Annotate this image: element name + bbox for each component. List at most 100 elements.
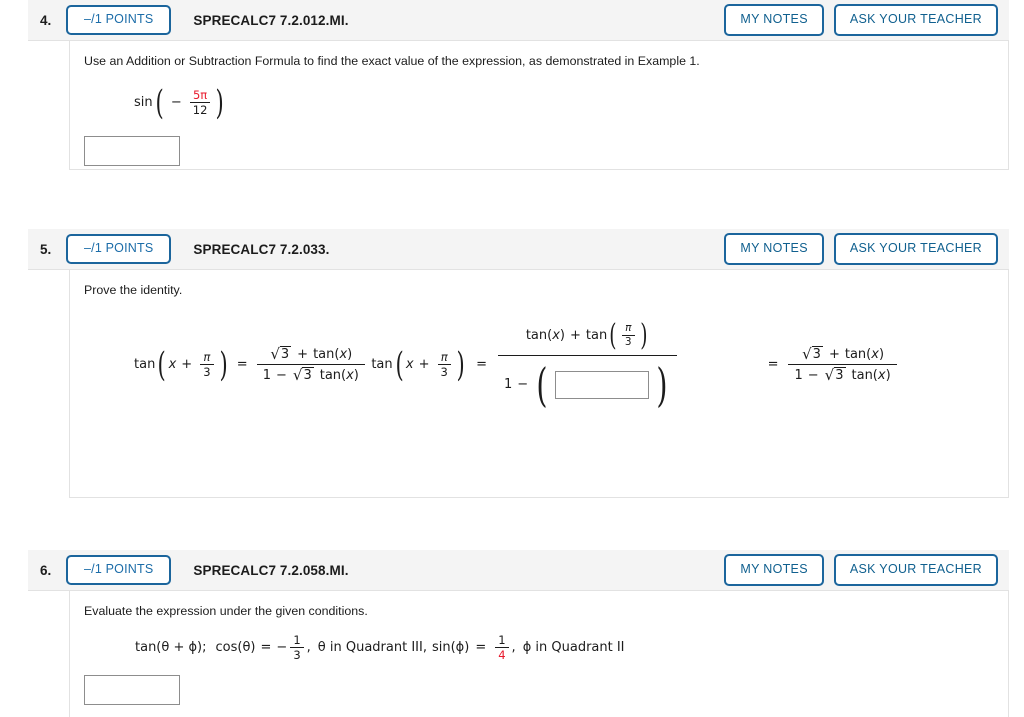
fraction-numerator: π bbox=[440, 350, 448, 365]
one: 1 bbox=[794, 367, 803, 383]
open-paren-icon: ( bbox=[536, 357, 548, 412]
square-root-icon: √ 3 bbox=[270, 344, 292, 363]
close-paren-icon: ) bbox=[656, 357, 668, 412]
my-notes-button-5[interactable]: MY NOTES bbox=[724, 233, 824, 265]
points-badge-6[interactable]: –/1 POINTS bbox=[66, 555, 172, 585]
my-notes-button-4[interactable]: MY NOTES bbox=[724, 4, 824, 36]
question-code-6: SPRECALC7 7.2.058.MI. bbox=[193, 562, 349, 578]
ask-your-teacher-button-4[interactable]: ASK YOUR TEACHER bbox=[833, 4, 998, 36]
fraction-denominator: 4 bbox=[498, 647, 506, 662]
tan-of-x: tan(x) bbox=[525, 327, 565, 343]
close-paren-icon: ) bbox=[215, 82, 225, 123]
final-line-5: = √ 3 + tan(x) 1 − √ 3 tan(x) bbox=[768, 344, 899, 386]
tan-of-x: tan(x) bbox=[319, 367, 359, 383]
minus-sign: − bbox=[276, 639, 288, 655]
minus-sign: − bbox=[275, 367, 287, 383]
cos-theta-label: cos(θ) bbox=[215, 639, 256, 655]
question-prompt-4: Use an Addition or Subtraction Formula t… bbox=[84, 54, 700, 68]
fraction-pi-over-3: π 3 bbox=[437, 350, 451, 380]
tan-function-label: tan bbox=[371, 357, 393, 373]
question-prompt-5: Prove the identity. bbox=[84, 283, 183, 297]
close-paren-icon: ) bbox=[456, 344, 465, 385]
fraction-denominator: 1 − ( ) bbox=[498, 356, 677, 414]
fraction-numerator: √ 3 + tan(x) bbox=[795, 344, 890, 364]
fraction-numerator: 1 bbox=[293, 632, 301, 647]
fraction-denominator: 1 − √ 3 tan(x) bbox=[257, 365, 365, 385]
close-paren-icon: ) bbox=[219, 344, 228, 385]
fraction-numerator: tan(x) + tan ( π 3 ) bbox=[520, 316, 656, 355]
sin-phi-label: sin(ϕ) bbox=[431, 639, 470, 655]
variable-x: x bbox=[405, 357, 414, 373]
equals-sign: = bbox=[260, 639, 272, 655]
square-root-icon: √ 3 bbox=[802, 344, 823, 363]
answer-input-5[interactable] bbox=[555, 370, 650, 399]
question-number-5: 5. bbox=[40, 241, 52, 257]
final-fraction: √ 3 + tan(x) 1 − √ 3 tan(x) bbox=[788, 344, 897, 386]
question-number-4: 4. bbox=[40, 12, 52, 28]
fraction-denominator: 1 − √ 3 tan(x) bbox=[788, 365, 896, 385]
work-line-5: tan ( x + π 3 ) = tan(x) + tan ( π 3) 1… bbox=[371, 316, 679, 414]
question-block-6: 6. –/1 POINTS SPRECALC7 7.2.058.MI. MY N… bbox=[28, 550, 1009, 717]
work-fraction: tan(x) + tan ( π 3 ) 1 − () bbox=[498, 316, 678, 414]
ask-your-teacher-button-6[interactable]: ASK YOUR TEACHER bbox=[833, 554, 998, 586]
one: 1 bbox=[504, 377, 513, 393]
question-header-4: 4. –/1 POINTS SPRECALC7 7.2.012.MI. MY N… bbox=[28, 0, 1009, 41]
radicand: 3 bbox=[834, 367, 846, 384]
answer-input-6[interactable] bbox=[84, 674, 180, 705]
answer-input-4[interactable] bbox=[84, 135, 180, 166]
fraction-numerator: π bbox=[625, 321, 632, 334]
phi-quadrant-text: ϕ in Quadrant II bbox=[522, 639, 625, 655]
question-body-4: Use an Addition or Subtraction Formula t… bbox=[69, 41, 1009, 170]
equals-sign: = bbox=[767, 357, 779, 373]
open-paren-icon: ( bbox=[155, 82, 164, 123]
fraction-numerator: π bbox=[203, 350, 211, 365]
theta-quadrant-text: θ in Quadrant III, bbox=[317, 639, 427, 655]
conditions-expression-6: tan(θ + ϕ); cos(θ) = − 1 3 , θ in Quadra… bbox=[135, 634, 625, 661]
question-number-6: 6. bbox=[40, 562, 52, 578]
open-paren-icon: ( bbox=[395, 344, 404, 385]
radicand: 3 bbox=[811, 345, 823, 362]
fraction-numerator: 5π bbox=[192, 88, 208, 103]
equals-sign: = bbox=[475, 639, 487, 655]
tan-of-x: tan(x) bbox=[844, 346, 885, 362]
points-badge-5[interactable]: –/1 POINTS bbox=[66, 234, 172, 264]
my-notes-button-6[interactable]: MY NOTES bbox=[724, 554, 824, 586]
fraction-denominator: 3 bbox=[624, 335, 632, 348]
expression-4: sin ( − 5π 12 ) bbox=[134, 83, 1008, 123]
question-code-5: SPRECALC7 7.2.033. bbox=[193, 241, 330, 257]
ask-your-teacher-button-5[interactable]: ASK YOUR TEACHER bbox=[833, 233, 998, 265]
fraction-pi-over-3: π 3 bbox=[200, 350, 214, 380]
plus-sign: + bbox=[181, 357, 193, 373]
fraction-numerator: √ 3 + tan(x) bbox=[263, 344, 358, 364]
radicand: 3 bbox=[279, 345, 292, 362]
fraction-denominator: 3 bbox=[440, 365, 448, 380]
fraction-denominator: 3 bbox=[203, 365, 211, 380]
square-root-icon: √ 3 bbox=[824, 366, 846, 385]
question-body-5: Prove the identity. tan ( x + π 3 ) = √ … bbox=[69, 270, 1009, 498]
points-badge-4[interactable]: –/1 POINTS bbox=[66, 5, 172, 35]
fraction-denominator: 12 bbox=[192, 103, 208, 118]
tan-of-x: tan(x) bbox=[851, 367, 891, 383]
minus-sign: − bbox=[170, 95, 182, 111]
plus-sign: + bbox=[418, 357, 430, 373]
tan-function-label: tan bbox=[134, 357, 156, 373]
question-block-5: 5. –/1 POINTS SPRECALC7 7.2.033. MY NOTE… bbox=[28, 229, 1009, 498]
equals-sign: = bbox=[476, 357, 488, 373]
target-expression: tan(θ + ϕ); bbox=[135, 639, 207, 655]
fraction-numerator: 1 bbox=[498, 632, 506, 647]
open-paren-icon: ( bbox=[157, 344, 167, 385]
fraction-1-over-3: 1 3 bbox=[290, 632, 304, 662]
comma: , bbox=[306, 639, 311, 655]
fraction-5pi-over-12: 5π 12 bbox=[189, 88, 211, 118]
close-paren-icon: ) bbox=[639, 317, 648, 353]
plus-sign: + bbox=[569, 327, 581, 343]
radicand: 3 bbox=[302, 367, 314, 384]
question-body-6: Evaluate the expression under the given … bbox=[69, 591, 1009, 717]
tan-function-label: tan bbox=[585, 327, 608, 343]
variable-x: x bbox=[168, 357, 177, 373]
fraction-denominator: 3 bbox=[293, 647, 301, 662]
plus-sign: + bbox=[828, 346, 840, 362]
one: 1 bbox=[262, 367, 271, 383]
identity-right-fraction: √ 3 + tan(x) 1 − √ 3 tan(x) bbox=[256, 344, 365, 386]
question-code-4: SPRECALC7 7.2.012.MI. bbox=[193, 12, 349, 28]
